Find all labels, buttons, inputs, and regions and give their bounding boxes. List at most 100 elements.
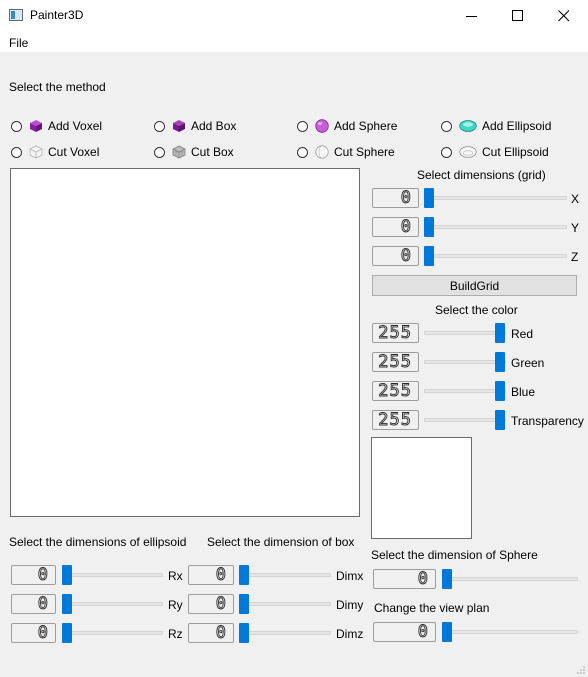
radio-button[interactable] — [297, 146, 308, 158]
slider-handle[interactable] — [239, 623, 249, 643]
rx-display: 0 — [11, 565, 56, 585]
slider-groove — [239, 631, 331, 635]
box-purple-icon — [172, 119, 186, 133]
slider-groove — [424, 331, 506, 335]
view-slider[interactable] — [442, 622, 578, 642]
view-display: 0 — [373, 622, 436, 642]
radio-label: Cut Sphere — [334, 145, 395, 159]
radio-button[interactable] — [441, 120, 452, 132]
method-heading: Select the method — [9, 80, 106, 94]
sphere-display: 0 — [373, 569, 436, 589]
slider-handle[interactable] — [495, 323, 505, 343]
blue-display: 255 — [372, 381, 419, 401]
slider-groove — [442, 630, 578, 634]
resize-grip-icon[interactable] — [577, 663, 585, 674]
transparency-label: Transparency — [511, 414, 584, 428]
maximize-button[interactable] — [495, 0, 541, 32]
blue-slider[interactable] — [424, 381, 506, 401]
slider-handle[interactable] — [442, 622, 452, 642]
rz-label: Rz — [168, 627, 183, 641]
sphere-slider[interactable] — [442, 569, 578, 589]
slider-handle[interactable] — [62, 565, 72, 585]
drawing-canvas[interactable] — [10, 168, 360, 517]
red-slider[interactable] — [424, 323, 506, 343]
maximize-icon — [512, 10, 523, 21]
rz-slider[interactable] — [62, 623, 163, 643]
minimize-button[interactable] — [449, 0, 495, 32]
grid-y-display: 0 — [372, 217, 419, 237]
slider-handle[interactable] — [424, 217, 434, 237]
dimy-label: Dimy — [336, 598, 364, 612]
radio-cut-ellipsoid[interactable]: Cut Ellipsoid — [441, 144, 549, 160]
radio-button[interactable] — [154, 120, 165, 132]
radio-label: Add Ellipsoid — [482, 119, 552, 133]
slider-groove — [424, 360, 506, 364]
dimz-slider[interactable] — [239, 623, 331, 643]
slider-handle[interactable] — [495, 410, 505, 430]
build-grid-button[interactable]: BuildGrid — [372, 275, 577, 296]
dimx-label: Dimx — [336, 569, 364, 583]
close-button[interactable] — [541, 0, 587, 32]
radio-button[interactable] — [297, 120, 308, 132]
slider-groove — [424, 225, 567, 229]
voxel-outline-icon — [29, 145, 43, 159]
grid-x-label: X — [571, 192, 580, 206]
slider-handle[interactable] — [62, 623, 72, 643]
radio-add-ellipsoid[interactable]: Add Ellipsoid — [441, 118, 551, 134]
green-display: 255 — [372, 352, 419, 372]
sphere-purple-icon — [315, 119, 329, 133]
slider-handle[interactable] — [239, 594, 249, 614]
dimx-display: 0 — [188, 565, 234, 585]
slider-handle[interactable] — [424, 246, 434, 266]
rz-display: 0 — [11, 623, 56, 643]
blue-label: Blue — [511, 385, 536, 399]
slider-handle[interactable] — [239, 565, 249, 585]
radio-add-sphere[interactable]: Add Sphere — [297, 118, 397, 134]
slider-groove — [424, 196, 567, 200]
radio-label: Add Box — [191, 119, 237, 133]
rx-slider[interactable] — [62, 565, 163, 585]
dimx-slider[interactable] — [239, 565, 331, 585]
sphere-heading: Select the dimension of Sphere — [371, 548, 538, 562]
grid-x-slider[interactable] — [424, 188, 567, 208]
ry-display: 0 — [11, 594, 56, 614]
box-grid-icon — [172, 145, 186, 159]
radio-button[interactable] — [11, 146, 22, 158]
ellipsoid-teal-icon — [459, 119, 477, 133]
radio-cut-voxel[interactable]: Cut Voxel — [11, 144, 99, 160]
slider-groove — [442, 577, 578, 581]
slider-handle[interactable] — [495, 352, 505, 372]
color-preview — [371, 437, 472, 539]
slider-handle[interactable] — [62, 594, 72, 614]
ry-slider[interactable] — [62, 594, 163, 614]
slider-groove — [239, 602, 331, 606]
radio-label: Cut Box — [191, 145, 234, 159]
grid-z-display: 0 — [372, 246, 419, 266]
dimy-slider[interactable] — [239, 594, 331, 614]
menu-file[interactable]: File — [9, 36, 28, 50]
radio-button[interactable] — [154, 146, 165, 158]
rx-label: Rx — [168, 569, 183, 583]
green-slider[interactable] — [424, 352, 506, 372]
slider-handle[interactable] — [442, 569, 452, 589]
slider-groove — [424, 254, 567, 258]
radio-add-box[interactable]: Add Box — [154, 118, 236, 134]
radio-button[interactable] — [11, 120, 22, 132]
green-label: Green — [511, 356, 545, 370]
slider-handle[interactable] — [495, 381, 505, 401]
slider-groove — [62, 602, 163, 606]
dimy-display: 0 — [188, 594, 234, 614]
radio-add-voxel[interactable]: Add Voxel — [11, 118, 102, 134]
radio-button[interactable] — [441, 146, 452, 158]
grid-y-label: Y — [571, 221, 580, 235]
grid-z-slider[interactable] — [424, 246, 567, 266]
transparency-display: 255 — [372, 410, 419, 430]
dimz-label: Dimz — [336, 627, 364, 641]
radio-cut-sphere[interactable]: Cut Sphere — [297, 144, 395, 160]
radio-label: Cut Voxel — [48, 145, 100, 159]
slider-handle[interactable] — [424, 188, 434, 208]
radio-label: Add Sphere — [334, 119, 398, 133]
radio-cut-box[interactable]: Cut Box — [154, 144, 234, 160]
transparency-slider[interactable] — [424, 410, 506, 430]
grid-y-slider[interactable] — [424, 217, 567, 237]
